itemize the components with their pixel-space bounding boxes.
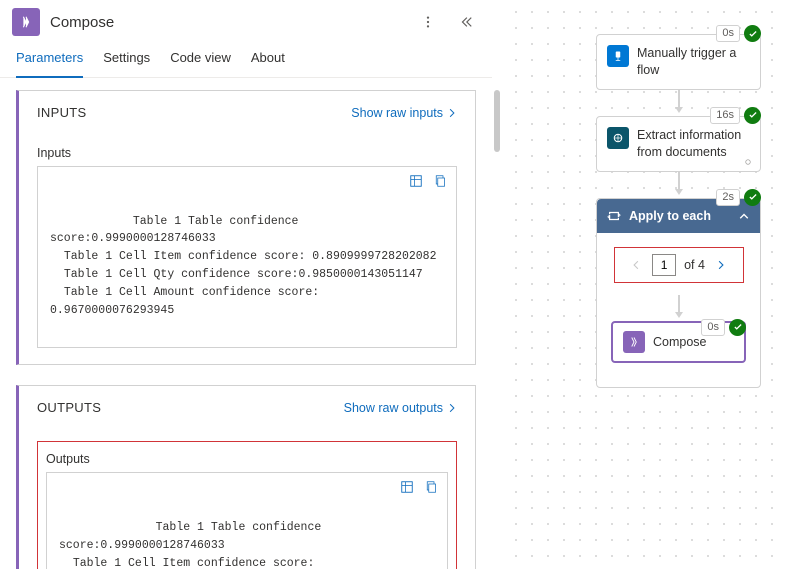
tab-about[interactable]: About [251,44,285,77]
panel-title: Compose [50,14,404,31]
expand-icon[interactable] [399,479,415,495]
scrollbar-thumb[interactable] [494,90,500,152]
compose-label: Compose [653,335,707,349]
outputs-code-text: Table 1 Table confidence score:0.9990000… [59,521,432,569]
flow-connector [678,295,680,313]
node2-time: 16s [710,107,740,124]
flow-node-trigger[interactable]: Manually trigger a flow [596,34,761,90]
inputs-sublabel: Inputs [37,146,457,160]
iteration-pager: of 4 [614,247,744,283]
outputs-sublabel: Outputs [46,452,448,466]
node1-time: 0s [716,25,740,42]
tab-settings[interactable]: Settings [103,44,150,77]
inputs-code-text: Table 1 Table confidence score:0.9990000… [50,215,436,317]
link-icon [742,157,754,167]
flow-canvas[interactable]: 0s Manually trigger a flow 16s Extract i… [504,0,786,569]
outputs-title: OUTPUTS [37,400,101,415]
scrollbar-track[interactable] [492,0,504,569]
pager-total: of 4 [684,258,705,272]
compose-time: 0s [701,319,725,336]
success-status-icon [744,107,761,124]
show-raw-outputs-link[interactable]: Show raw outputs [344,401,457,415]
collapse-panel-icon[interactable] [452,8,480,36]
inputs-section: INPUTS Show raw inputs Inputs Table 1 Ta… [16,90,476,365]
chevron-right-icon [447,108,457,118]
pager-prev-icon[interactable] [628,257,644,273]
inputs-code-box: Table 1 Table confidence score:0.9990000… [37,166,457,348]
compose-action-icon [12,8,40,36]
outputs-highlight-box: Outputs Table 1 Table confidence score:0… [37,441,457,569]
node2-label: Extract information from documents [637,127,750,161]
tab-code-view[interactable]: Code view [170,44,231,77]
inputs-title: INPUTS [37,105,86,120]
apply-label: Apply to each [629,209,711,223]
details-panel: Compose Parameters Settings Code view Ab… [0,0,492,569]
trigger-icon [607,45,629,67]
copy-icon[interactable] [423,479,439,495]
chevron-up-icon[interactable] [738,210,750,222]
node1-label: Manually trigger a flow [637,45,750,79]
success-status-icon [744,189,761,206]
expand-icon[interactable] [408,173,424,189]
apply-time: 2s [716,189,740,206]
pager-input[interactable] [652,254,676,276]
chevron-right-icon [447,403,457,413]
flow-connector [678,172,680,190]
panel-header: Compose [0,0,492,44]
tab-parameters[interactable]: Parameters [16,44,83,77]
flow-node-extract[interactable]: Extract information from documents [596,116,761,172]
compose-action-icon [623,331,645,353]
success-status-icon [744,25,761,42]
success-status-icon [729,319,746,336]
pager-next-icon[interactable] [713,257,729,273]
copy-icon[interactable] [432,173,448,189]
outputs-section: OUTPUTS Show raw outputs Outputs Table 1… [16,385,476,569]
more-menu-icon[interactable] [414,8,442,36]
outputs-code-box: Table 1 Table confidence score:0.9990000… [46,472,448,569]
flow-connector [678,90,680,108]
panel-content: INPUTS Show raw inputs Inputs Table 1 Ta… [0,78,492,569]
loop-icon [607,209,621,223]
show-raw-inputs-link[interactable]: Show raw inputs [351,106,457,120]
ai-builder-icon [607,127,629,149]
flow-node-apply-to-each[interactable]: Apply to each of 4 0s Compose [596,198,761,388]
tabs: Parameters Settings Code view About [0,44,492,78]
